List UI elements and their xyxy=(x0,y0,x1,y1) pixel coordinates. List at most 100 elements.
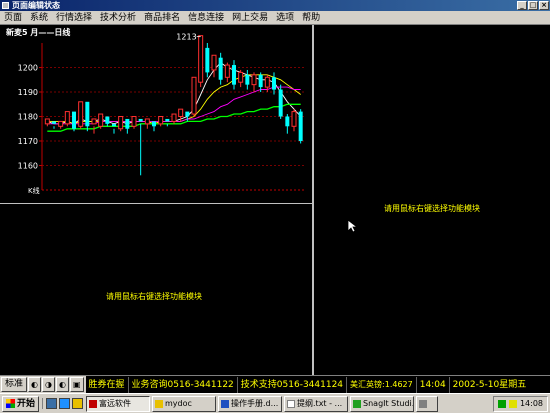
y-tick-label: 1160 xyxy=(18,162,38,171)
windows-flag-icon xyxy=(6,399,15,408)
candle-body xyxy=(258,74,263,88)
module-hint-text: 请用鼠标右键选择功能模块 xyxy=(106,292,202,301)
candle-body xyxy=(264,76,270,88)
bottom-left-module-pane[interactable]: 请用鼠标右键选择功能模块 xyxy=(0,203,313,375)
status-tabs: 标准 ◐ ◑ ◐ ▣ xyxy=(0,375,86,394)
menu-tech-analysis[interactable]: 技术分析 xyxy=(96,11,140,24)
candlestick-chart[interactable]: 1160 1170 1180 1190 1200 K线 1213 xyxy=(0,25,312,203)
candle-body xyxy=(91,118,97,125)
network-icon[interactable] xyxy=(497,399,506,408)
candle-body xyxy=(118,116,124,130)
browser-icon[interactable] xyxy=(59,398,71,409)
folder-icon xyxy=(155,399,164,408)
task-label: 操作手册.d... xyxy=(231,398,279,408)
status-tab-4[interactable]: ◐ xyxy=(55,377,69,392)
candle-body xyxy=(232,65,236,85)
status-tab-5[interactable]: ▣ xyxy=(69,377,84,392)
task-button[interactable]: 提纲.txt - ... xyxy=(284,395,349,412)
candle-body xyxy=(285,116,290,127)
start-button[interactable]: 开始 xyxy=(2,395,40,412)
candle-body xyxy=(144,118,150,125)
task-label: 提纲.txt - ... xyxy=(297,398,343,408)
word-doc-icon xyxy=(221,399,230,408)
candle-body xyxy=(98,113,104,127)
high-price-annotation: 1213 xyxy=(176,33,196,42)
taskbar: 开始 富远软件 mydoc 操作手册.d... 提纲.txt - ... Sna… xyxy=(0,393,550,413)
status-business-phone: 业务咨询0516-3441122 xyxy=(129,376,238,393)
module-hint-text: 请用鼠标右键选择功能模块 xyxy=(384,204,480,213)
volume-icon[interactable] xyxy=(508,399,517,408)
candle-body xyxy=(205,47,210,73)
candle-body xyxy=(178,108,184,118)
status-tab-standard[interactable]: 标准 xyxy=(1,377,28,392)
candle-body xyxy=(85,101,90,127)
mouse-cursor-icon xyxy=(347,219,357,233)
status-slogan: 胜券在握 xyxy=(86,376,129,393)
candle-body xyxy=(58,120,64,127)
menu-system[interactable]: 系统 xyxy=(26,11,52,24)
task-label: SnagIt Studi... xyxy=(363,398,415,408)
candle-body xyxy=(291,111,297,127)
app-icon xyxy=(2,2,9,9)
candle-body xyxy=(245,74,250,85)
minimize-button[interactable]: _ xyxy=(517,1,527,10)
status-tab-3[interactable]: ◑ xyxy=(42,377,55,392)
app-icon xyxy=(419,399,428,408)
status-date: 2002-5-10星期五 xyxy=(452,379,527,390)
candle-body xyxy=(185,111,190,117)
chart-title: 新麦5 月——日线 xyxy=(6,28,71,37)
candle-body xyxy=(105,116,110,124)
maximize-button[interactable]: □ xyxy=(528,1,538,10)
menu-ranking[interactable]: 商品排名 xyxy=(140,11,184,24)
chart-pane[interactable]: 1160 1170 1180 1190 1200 K线 1213 新麦5 月——日线 xyxy=(0,25,313,203)
clock: 14:08 xyxy=(519,399,543,408)
menu-info-link[interactable]: 信息连接 xyxy=(184,11,228,24)
right-module-pane[interactable]: 请用鼠标右键选择功能模块 xyxy=(313,25,550,375)
candle-body xyxy=(211,54,217,71)
menu-help[interactable]: 帮助 xyxy=(298,11,324,24)
y-tick-label: 1180 xyxy=(18,113,38,122)
close-button[interactable]: × xyxy=(539,1,549,10)
task-button[interactable]: 操作手册.d... xyxy=(218,395,283,412)
menu-online-trade[interactable]: 网上交易 xyxy=(228,11,272,24)
menu-bar: 页面 系统 行情选择 技术分析 商品排名 信息连接 网上交易 选项 帮助 xyxy=(0,11,550,25)
period-label: K线 xyxy=(28,186,40,195)
task-button[interactable] xyxy=(416,395,439,412)
candle-body xyxy=(138,118,143,122)
window-controls: _ □ × xyxy=(517,1,549,10)
menu-options[interactable]: 选项 xyxy=(272,11,298,24)
candle-body xyxy=(131,116,137,127)
menu-quote-select[interactable]: 行情选择 xyxy=(52,11,96,24)
task-button[interactable]: SnagIt Studi... xyxy=(350,395,415,412)
task-button[interactable]: mydoc xyxy=(152,395,217,412)
candle-body xyxy=(52,121,56,124)
status-tab-2[interactable]: ◐ xyxy=(28,377,41,392)
candle-body xyxy=(198,35,204,83)
candle-body xyxy=(44,118,50,125)
task-label: mydoc xyxy=(165,398,192,408)
candle-body xyxy=(278,89,283,117)
window-title: 页面编辑状态 xyxy=(12,1,60,10)
status-time: 14:04 xyxy=(417,376,450,393)
y-tick-label: 1200 xyxy=(18,64,38,73)
candle-body xyxy=(224,64,230,78)
candle-body xyxy=(272,77,276,90)
y-tick-label: 1190 xyxy=(18,88,38,97)
task-button[interactable]: 富远软件 xyxy=(86,395,151,412)
snagit-icon xyxy=(353,399,362,408)
outlook-icon[interactable] xyxy=(72,398,84,409)
candle-body xyxy=(165,118,170,122)
candle-body xyxy=(218,57,223,80)
status-support-phone: 技术支持0516-3441124 xyxy=(238,376,348,393)
candle-body xyxy=(158,116,164,125)
task-label: 富远软件 xyxy=(99,398,132,408)
candle-body xyxy=(78,101,84,127)
candle-body xyxy=(72,111,76,129)
menu-page[interactable]: 页面 xyxy=(0,11,26,24)
candle-body xyxy=(152,121,156,127)
app-task-icon xyxy=(89,399,98,408)
candle-body xyxy=(238,71,244,83)
desktop-icon[interactable] xyxy=(46,398,58,409)
notepad-icon xyxy=(287,399,296,408)
start-label: 开始 xyxy=(17,398,36,409)
